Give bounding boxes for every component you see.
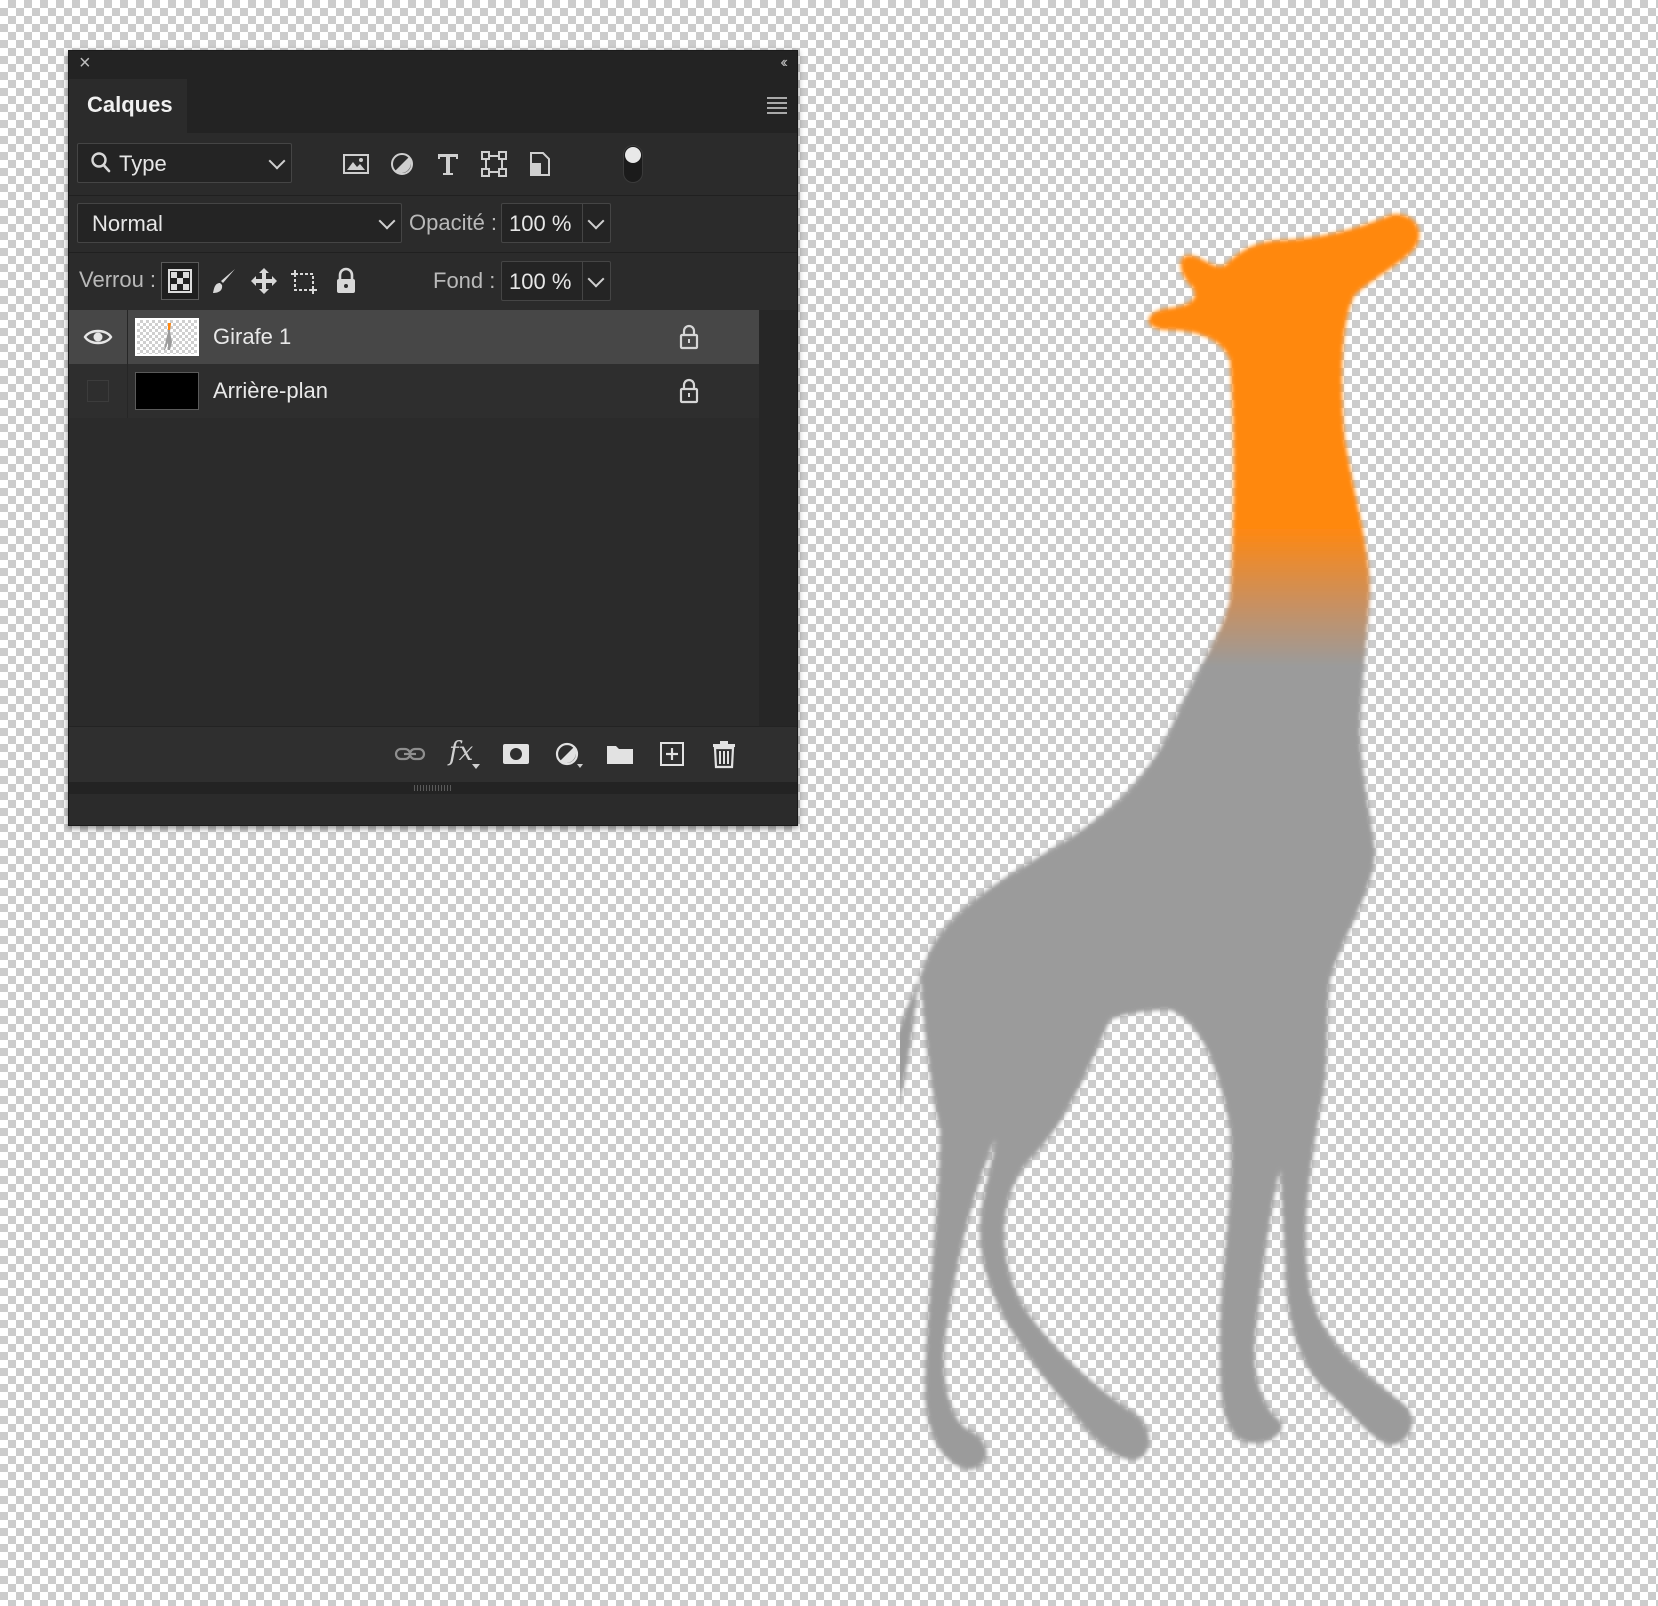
panel-resize-grip[interactable] [69, 782, 797, 794]
blend-row: Normal Opacité : 100 % [69, 195, 797, 253]
panel-tab-row: Calques [69, 79, 797, 133]
filter-row: Type [69, 133, 797, 196]
checkerboard-icon [168, 269, 192, 293]
link-layers-icon[interactable] [393, 739, 427, 769]
shape-filter-icon[interactable] [479, 149, 509, 179]
visibility-empty-box [87, 380, 109, 402]
giraffe-artwork [900, 214, 1420, 1470]
filter-type-dropdown[interactable]: Type [77, 143, 292, 183]
new-group-icon[interactable] [603, 739, 637, 769]
layer-thumbnail [135, 372, 199, 410]
opacity-label: Opacité : [409, 210, 498, 235]
new-adjustment-icon[interactable] [551, 739, 585, 769]
fx-icon[interactable]: fx [449, 737, 473, 767]
delete-layer-icon[interactable] [707, 739, 741, 769]
blend-mode-value: Normal [92, 211, 163, 236]
layer-row-girafe-1[interactable]: Girafe 1 [69, 310, 759, 364]
tab-layers[interactable]: Calques [69, 79, 187, 133]
fill-label: Fond : [433, 268, 496, 293]
panel-menu-icon[interactable] [767, 97, 787, 117]
filter-type-value: Type [119, 151, 167, 176]
lock-transparent-pixels-button[interactable] [161, 262, 199, 300]
chevron-down-icon [378, 212, 396, 230]
lock-position-icon[interactable] [249, 266, 279, 296]
lock-image-pixels-icon[interactable] [209, 266, 239, 296]
lock-artboard-icon[interactable] [289, 266, 319, 296]
new-layer-icon[interactable] [655, 739, 689, 769]
fill-value: 100 % [509, 269, 572, 294]
adjustment-filter-icon[interactable] [387, 149, 417, 179]
panel-titlebar: × ‹‹ [69, 51, 797, 79]
layer-thumbnail [135, 318, 199, 356]
lock-label: Verrou : [79, 267, 157, 292]
lock-row: Verrou : Fond : 100 % [69, 252, 797, 311]
chevron-down-icon [587, 270, 605, 288]
opacity-field[interactable]: 100 % [501, 203, 611, 243]
layers-bottom-toolbar: fx [69, 726, 797, 782]
eye-icon [83, 329, 113, 345]
opacity-value: 100 % [509, 211, 572, 236]
search-icon [91, 152, 111, 173]
layers-scrollbar[interactable] [759, 310, 797, 726]
type-filter-icon[interactable] [433, 149, 463, 179]
fx-menu-arrow-icon [472, 764, 480, 769]
fill-field[interactable]: 100 % [501, 261, 611, 301]
close-panel-icon[interactable]: × [79, 53, 99, 73]
lock-all-icon[interactable] [331, 266, 361, 296]
layer-visibility-toggle[interactable] [69, 364, 128, 418]
filter-toggle[interactable] [623, 145, 643, 183]
layers-panel: × ‹‹ Calques Type Normal Opacité: 100 %… [68, 50, 798, 826]
chevron-down-icon [587, 212, 605, 230]
add-mask-icon[interactable] [499, 739, 533, 769]
layer-lock-icon [679, 324, 699, 350]
chevron-down-icon [268, 152, 286, 170]
giraffe-thumbnail-icon [164, 323, 172, 350]
blend-mode-dropdown[interactable]: Normal [77, 203, 402, 243]
layer-visibility-toggle[interactable] [69, 310, 128, 364]
layer-row-arriere-plan[interactable]: Arrière-plan [69, 364, 759, 418]
layer-name[interactable]: Arrière-plan [213, 378, 328, 404]
layers-list: Girafe 1 Arrière-plan [69, 310, 759, 726]
collapse-panel-icon[interactable]: ‹‹ [780, 54, 787, 72]
image-filter-icon[interactable] [341, 149, 371, 179]
smart-object-filter-icon[interactable] [525, 149, 555, 179]
layer-lock-icon [679, 378, 699, 404]
layer-name[interactable]: Girafe 1 [213, 324, 291, 350]
